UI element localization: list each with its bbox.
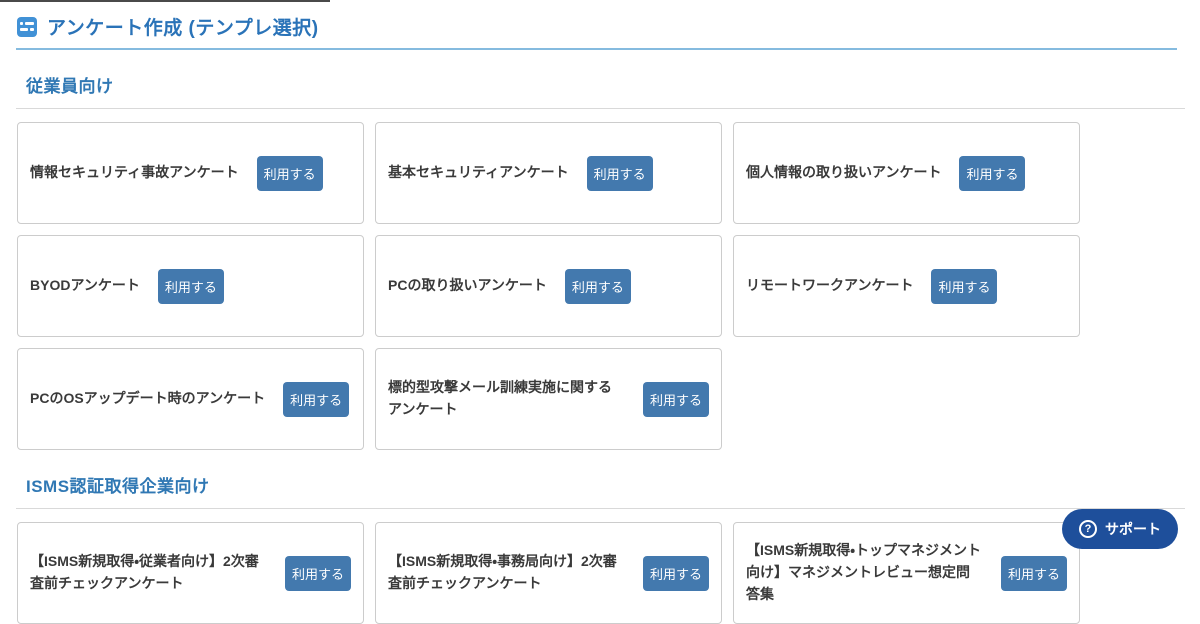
support-label: サポート: [1105, 521, 1161, 537]
template-card: 【ISMS新規取得・トップマネジメント向け】マネジメントレビュー想定問答集 利用…: [733, 522, 1080, 624]
template-title: 情報セキュリティ事故アンケート: [30, 164, 239, 181]
use-template-button[interactable]: 利用する: [157, 268, 224, 304]
template-title: BYODアンケート: [30, 277, 140, 294]
template-grid-isms: 【ISMS新規取得・従業者向け】2次審査前チェックアンケート 利用する 【ISM…: [17, 522, 1081, 624]
template-card: BYODアンケート 利用する: [17, 235, 364, 337]
template-title: 基本セキュリティアンケート: [388, 164, 569, 181]
template-title: 標的型攻撃メール訓練実施に関するアンケート: [388, 379, 612, 417]
page-title: アンケート作成 (テンプレ選択): [47, 18, 319, 39]
question-circle-icon: ?: [1079, 520, 1097, 538]
template-title: PCの取り扱いアンケート: [388, 277, 547, 294]
use-template-button[interactable]: 利用する: [564, 268, 631, 304]
template-title: 【ISMS新規取得・トップマネジメント向け】マネジメントレビュー想定問答集: [746, 542, 981, 602]
template-grid-employees: 情報セキュリティ事故アンケート 利用する 基本セキュリティアンケート 利用する …: [17, 122, 1081, 450]
template-card: PCの取り扱いアンケート 利用する: [375, 235, 722, 337]
section-divider: [16, 508, 1185, 509]
use-template-button[interactable]: 利用する: [283, 381, 350, 417]
template-card: 標的型攻撃メール訓練実施に関するアンケート 利用する: [375, 348, 722, 450]
support-button[interactable]: ? サポート: [1062, 509, 1178, 549]
use-template-button[interactable]: 利用する: [642, 381, 709, 417]
template-card: リモートワークアンケート 利用する: [733, 235, 1080, 337]
template-card: 個人情報の取り扱いアンケート 利用する: [733, 122, 1080, 224]
use-template-button[interactable]: 利用する: [642, 555, 709, 591]
use-template-button[interactable]: 利用する: [586, 155, 653, 191]
template-title: 【ISMS新規取得・事務局向け】2次審査前チェックアンケート: [388, 553, 617, 591]
template-card: 【ISMS新規取得・従業者向け】2次審査前チェックアンケート 利用する: [17, 522, 364, 624]
top-edge-artifact: [0, 0, 330, 2]
use-template-button[interactable]: 利用する: [959, 155, 1026, 191]
template-title: PCのOSアップデート時のアンケート: [30, 390, 266, 407]
survey-form-icon: [17, 16, 37, 37]
page-header: アンケート作成 (テンプレ選択): [0, 0, 1200, 40]
use-template-button[interactable]: 利用する: [931, 268, 998, 304]
use-template-button[interactable]: 利用する: [284, 555, 351, 591]
use-template-button[interactable]: 利用する: [1000, 555, 1067, 591]
title-divider: [16, 48, 1177, 50]
section-heading-employees: 従業員向け: [26, 77, 114, 96]
template-card: PCのOSアップデート時のアンケート 利用する: [17, 348, 364, 450]
template-card: 情報セキュリティ事故アンケート 利用する: [17, 122, 364, 224]
template-title: リモートワークアンケート: [746, 277, 914, 294]
section-divider: [16, 108, 1185, 109]
use-template-button[interactable]: 利用する: [256, 155, 323, 191]
template-card: 基本セキュリティアンケート 利用する: [375, 122, 722, 224]
template-card: 【ISMS新規取得・事務局向け】2次審査前チェックアンケート 利用する: [375, 522, 722, 624]
template-title: 個人情報の取り扱いアンケート: [746, 164, 942, 181]
template-title: 【ISMS新規取得・従業者向け】2次審査前チェックアンケート: [30, 553, 259, 591]
section-heading-isms: ISMS認証取得企業向け: [26, 477, 210, 496]
